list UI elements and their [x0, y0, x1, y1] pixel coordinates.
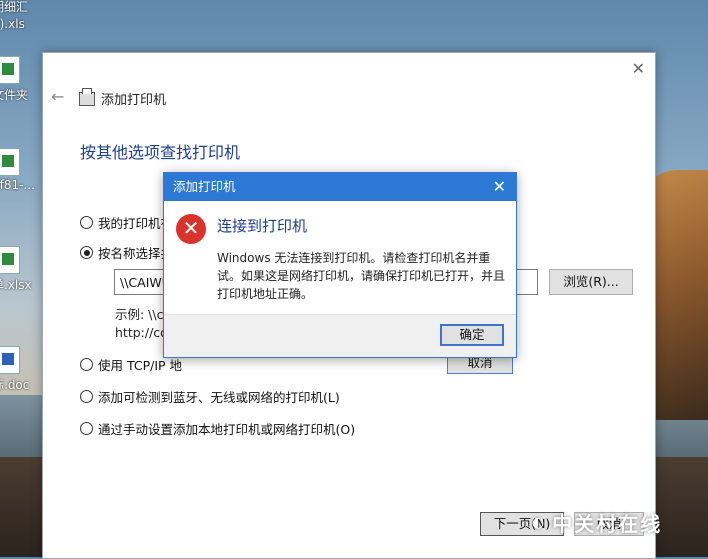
desktop-icon-label: 文件夹	[0, 88, 29, 102]
radio-button[interactable]	[80, 422, 93, 435]
desktop-icon-xls-2[interactable]: 3f81-...	[0, 148, 36, 192]
close-icon[interactable]: ✕	[632, 59, 645, 78]
option-manual-settings[interactable]: 通过手动设置添加本地打印机或网络打印机(O)	[80, 419, 355, 438]
option-label: 通过手动设置添加本地打印机或网络打印机(O)	[98, 422, 356, 437]
wizard-title-text: 添加打印机	[101, 93, 167, 108]
back-arrow-icon[interactable]: ←	[51, 87, 64, 106]
spreadsheet-icon	[0, 148, 20, 176]
radio-button[interactable]	[80, 358, 93, 371]
desktop-icon-doc[interactable]: 标.doc	[0, 346, 36, 393]
close-icon[interactable]: ✕	[493, 173, 506, 201]
radio-button[interactable]	[80, 390, 93, 403]
printer-icon	[79, 87, 95, 106]
dialog-title: 添加打印机	[173, 179, 236, 194]
dialog-footer: 确定	[164, 314, 516, 357]
desktop-icon-label: 2).xls	[0, 17, 25, 31]
document-icon	[0, 346, 20, 374]
watermark: ◐ 中关村在线	[532, 508, 662, 537]
option-label: 我的打印机有	[98, 216, 174, 231]
option-label: 按名称选择共	[98, 246, 174, 261]
desktop-icon-label: 单.xlsx	[0, 278, 32, 292]
option-printer-older[interactable]: 我的打印机有	[80, 213, 173, 232]
dialog-message: Windows 无法连接到打印机。请检查打印机名并重试。如果这是网络打印机，请确…	[217, 251, 506, 301]
desktop-icon-folder[interactable]: 文件夹	[0, 56, 36, 103]
wechat-icon: ◐	[532, 514, 547, 531]
browse-button[interactable]: 浏览(R)...	[549, 269, 633, 295]
page-title: 按其他选项查找打印机	[80, 143, 241, 162]
desktop-icon-label: 标.doc	[0, 378, 30, 392]
radio-button[interactable]	[80, 216, 93, 229]
watermark-text: 中关村在线	[552, 512, 663, 536]
ok-button[interactable]: 确定	[440, 324, 504, 346]
dialog-heading: 连接到打印机	[217, 217, 308, 235]
spreadsheet-icon	[0, 56, 20, 84]
error-dialog: 添加打印机 ✕ ✕ 连接到打印机 Windows 无法连接到打印机。请检查打印机…	[163, 172, 517, 358]
desktop-icon-xls-1[interactable]: 明细汇 2).xls	[0, 0, 36, 31]
error-icon: ✕	[176, 214, 206, 244]
spreadsheet-icon	[0, 246, 20, 274]
option-select-shared-by-name[interactable]: 按名称选择共	[80, 243, 173, 262]
desktop-icon-label: 3f81-...	[0, 178, 35, 192]
wizard-title: 添加打印机	[79, 87, 167, 108]
desktop-icon-label: 明细汇	[0, 0, 29, 14]
desktop-icon-xls-3[interactable]: 单.xlsx	[0, 246, 36, 293]
radio-button-selected[interactable]	[80, 246, 93, 259]
option-bluetooth-wireless[interactable]: 添加可检测到蓝牙、无线或网络的打印机(L)	[80, 387, 340, 406]
dialog-title-bar: 添加打印机 ✕	[164, 173, 516, 201]
option-label: 添加可检测到蓝牙、无线或网络的打印机(L)	[98, 390, 340, 405]
